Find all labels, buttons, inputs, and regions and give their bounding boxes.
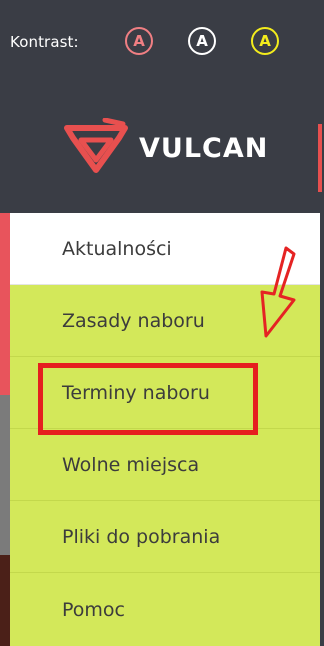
menu-item-pliki-do-pobrania[interactable]: Pliki do pobrania bbox=[10, 501, 320, 573]
down-left-arrow-icon bbox=[260, 246, 296, 338]
menu-item-label: Wolne miejsca bbox=[62, 453, 200, 476]
strip-segment bbox=[0, 395, 10, 555]
menu-item-terminy-naboru[interactable]: Terminy naboru bbox=[10, 357, 320, 429]
contrast-bar: Kontrast: A A A bbox=[0, 0, 324, 88]
menu-item-label: Pliki do pobrania bbox=[62, 525, 221, 548]
header-accent-bar bbox=[318, 124, 322, 192]
menu-item-wolne-miejsca[interactable]: Wolne miejsca bbox=[10, 429, 320, 501]
menu-item-pomoc[interactable]: Pomoc bbox=[10, 573, 320, 646]
strip-segment bbox=[0, 213, 10, 395]
background-image-strip bbox=[0, 213, 10, 646]
menu-item-label: Aktualności bbox=[62, 237, 172, 260]
menu-item-label: Zasady naboru bbox=[62, 309, 205, 332]
menu-item-label: Pomoc bbox=[62, 598, 125, 621]
contrast-label: Kontrast: bbox=[10, 33, 79, 51]
contrast-high-white-button[interactable]: A bbox=[188, 27, 216, 55]
logo-text[interactable]: VULCAN bbox=[139, 133, 268, 164]
contrast-high-yellow-button[interactable]: A bbox=[251, 27, 279, 55]
menu-item-label: Terminy naboru bbox=[62, 381, 210, 404]
contrast-normal-button[interactable]: A bbox=[125, 27, 153, 55]
strip-segment bbox=[0, 555, 10, 646]
vulcan-logo-icon[interactable] bbox=[61, 118, 131, 174]
